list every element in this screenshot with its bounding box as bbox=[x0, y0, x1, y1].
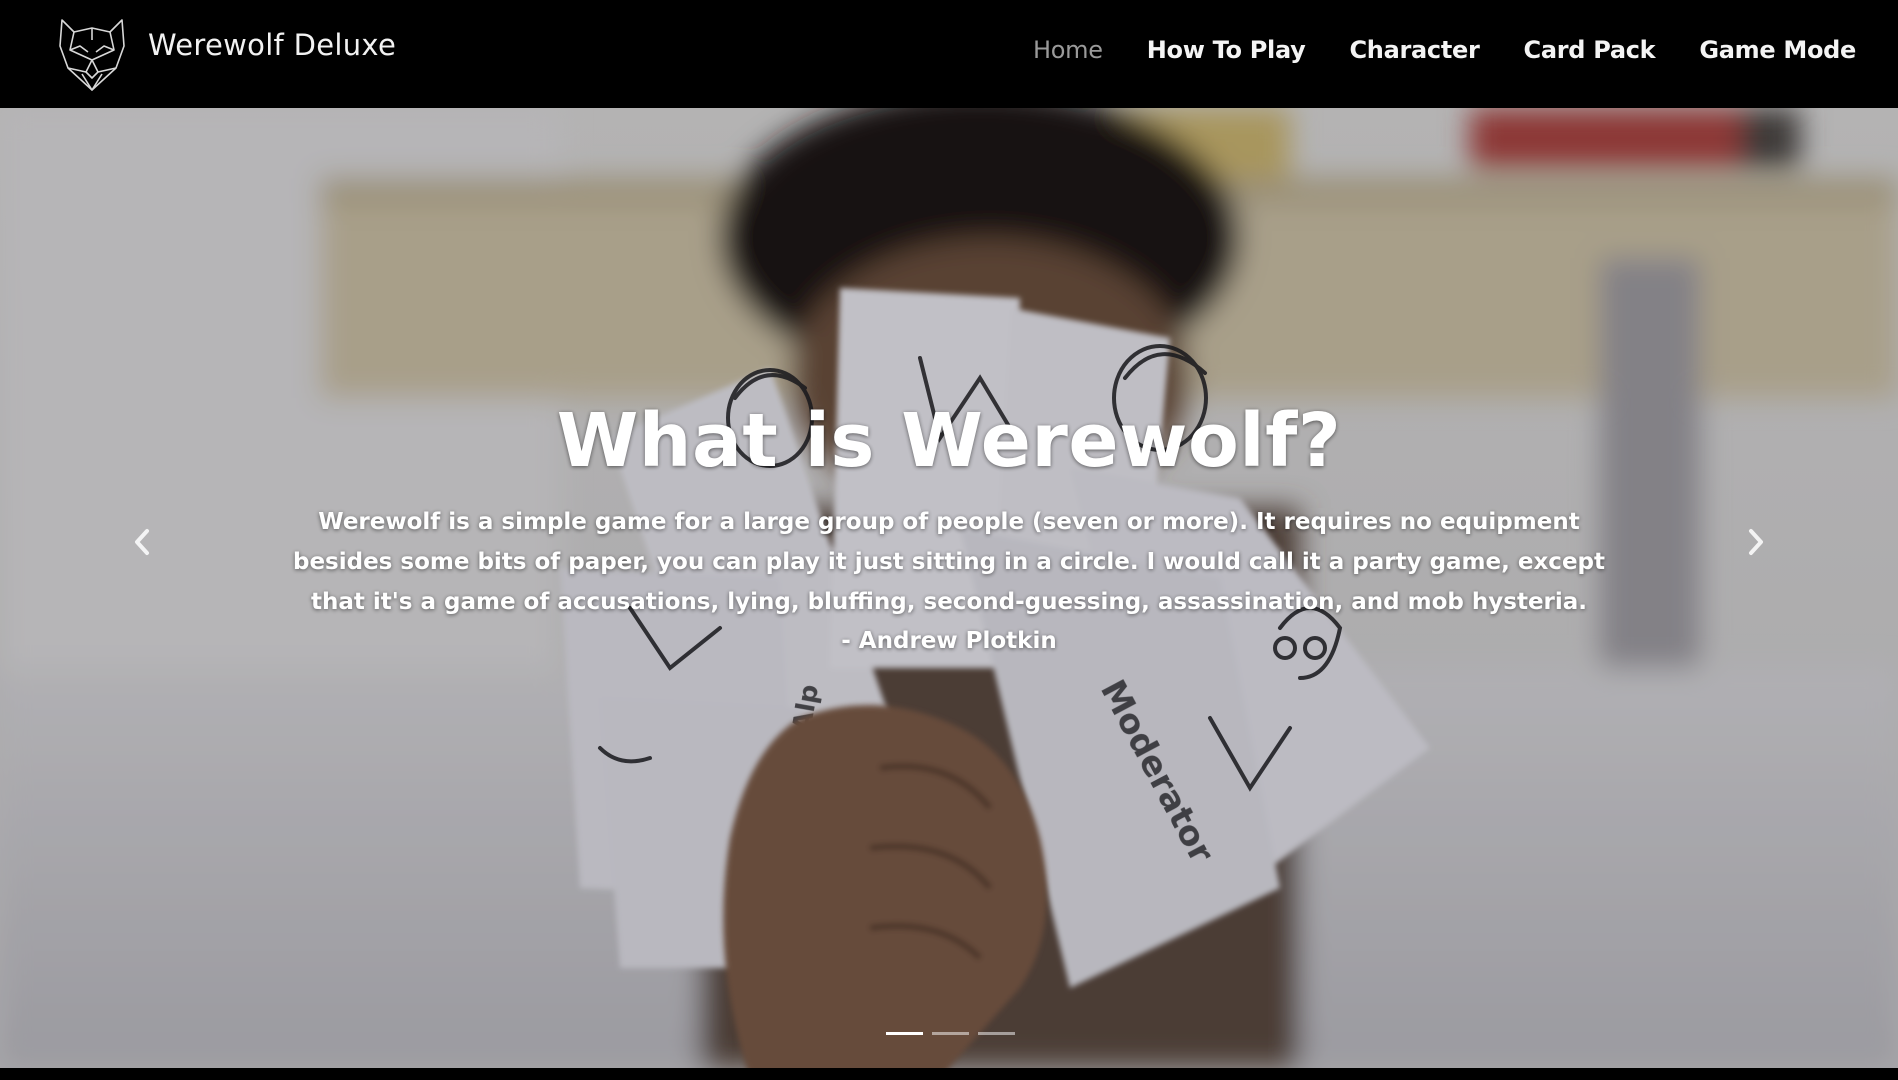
carousel-caption: What is Werewolf? Werewolf is a simple g… bbox=[280, 398, 1618, 660]
nav-home[interactable]: Home bbox=[1033, 36, 1103, 64]
nav-game-mode[interactable]: Game Mode bbox=[1699, 36, 1856, 64]
carousel-indicator-3[interactable] bbox=[978, 1032, 1015, 1035]
brand-name: Werewolf Deluxe bbox=[148, 28, 397, 62]
carousel-prev-button[interactable] bbox=[122, 520, 162, 564]
carousel-indicator-1[interactable] bbox=[886, 1032, 923, 1035]
chevron-left-icon bbox=[135, 529, 149, 555]
nav-character[interactable]: Character bbox=[1349, 36, 1479, 64]
hero-author: - Andrew Plotkin bbox=[841, 628, 1057, 654]
page-bottom-strip bbox=[0, 1068, 1898, 1080]
brand-link[interactable]: Werewolf Deluxe bbox=[56, 14, 396, 94]
hero-carousel: Moderator Alp What is Werewolf? Werewolf… bbox=[0, 108, 1898, 1068]
hero-quote: Werewolf is a simple game for a large gr… bbox=[292, 509, 1605, 615]
chevron-right-icon bbox=[1749, 529, 1763, 555]
nav-links: Home How To Play Character Card Pack Gam… bbox=[989, 36, 1856, 64]
top-navbar: Werewolf Deluxe Home How To Play Charact… bbox=[0, 0, 1898, 108]
carousel-next-button[interactable] bbox=[1736, 520, 1776, 564]
nav-how-to-play[interactable]: How To Play bbox=[1147, 36, 1306, 64]
wolf-head-icon bbox=[59, 19, 125, 91]
nav-card-pack[interactable]: Card Pack bbox=[1524, 36, 1656, 64]
carousel-indicator-2[interactable] bbox=[932, 1032, 969, 1035]
carousel-indicators bbox=[886, 1032, 1015, 1035]
hero-title: What is Werewolf? bbox=[556, 398, 1342, 484]
